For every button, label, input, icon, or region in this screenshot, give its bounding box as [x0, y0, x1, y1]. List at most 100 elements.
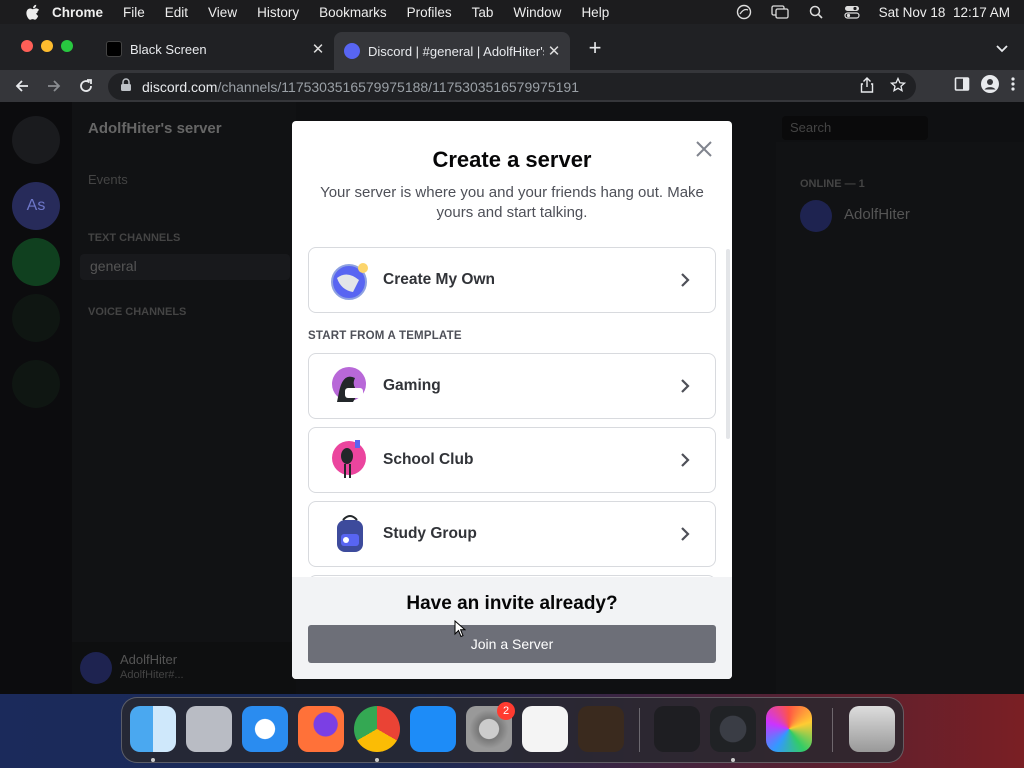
online-label: ONLINE — 1	[800, 178, 865, 190]
server-icon[interactable]: As	[12, 182, 60, 230]
server-name[interactable]: AdolfHiter's server	[88, 120, 222, 137]
modal-title: Create a server	[432, 147, 592, 172]
menu-help[interactable]: Help	[581, 5, 609, 20]
menu-history[interactable]: History	[257, 5, 299, 20]
bookmark-star-icon[interactable]	[889, 76, 907, 96]
new-tab-button[interactable]: +	[584, 37, 606, 60]
url-domain: discord.com	[142, 78, 218, 95]
download-icon[interactable]	[12, 360, 60, 408]
menu-file[interactable]: File	[123, 5, 145, 20]
chevron-right-icon	[673, 522, 697, 546]
finder-icon[interactable]	[130, 706, 176, 752]
user-panel: AdolfHiter AdolfHiter#...	[72, 642, 296, 694]
menu-app-name[interactable]: Chrome	[52, 5, 103, 20]
channel-name: general	[90, 258, 137, 274]
channel-general[interactable]: general	[80, 254, 290, 280]
reload-icon[interactable]	[70, 70, 102, 102]
channel-list: AdolfHiter's server Events TEXT CHANNELS…	[72, 102, 296, 694]
forward-arrow-icon[interactable]	[38, 70, 70, 102]
gaming-icon	[327, 362, 375, 410]
menu-view[interactable]: View	[208, 5, 237, 20]
member-name[interactable]: AdolfHiter	[844, 206, 910, 223]
user-tag: AdolfHiter#...	[120, 669, 184, 681]
control-center-icon[interactable]	[843, 3, 861, 21]
menu-bookmarks[interactable]: Bookmarks	[319, 5, 387, 20]
modal-subtitle: Your server is where you and your friend…	[320, 184, 704, 221]
option-label: Study Group	[383, 525, 477, 542]
kebab-menu-icon[interactable]	[1010, 76, 1016, 97]
profile-icon[interactable]	[980, 74, 1000, 99]
window-minimize-button[interactable]	[41, 40, 53, 52]
menu-tab[interactable]: Tab	[472, 5, 494, 20]
search-input[interactable]: Search	[782, 116, 928, 140]
obs-icon[interactable]	[710, 706, 756, 752]
chrome-icon[interactable]	[354, 706, 400, 752]
mouse-cursor-icon	[454, 619, 467, 638]
tab-close-icon[interactable]: ✕	[308, 39, 328, 59]
template-school-club-button[interactable]: School Club	[308, 427, 716, 493]
option-label: Create My Own	[383, 271, 495, 288]
address-bar[interactable]: discord.com /channels/117530351657997518…	[108, 73, 916, 100]
icloud-drive-icon[interactable]	[654, 706, 700, 752]
color-picker-icon[interactable]	[766, 706, 812, 752]
firefox-icon[interactable]	[298, 706, 344, 752]
black-square-icon	[106, 41, 122, 57]
garageband-icon[interactable]	[578, 706, 624, 752]
events-link[interactable]: Events	[88, 172, 128, 187]
url-path: /channels/1175303516579975188/1175303516…	[217, 78, 579, 95]
option-label: School Club	[383, 451, 474, 468]
dock-separator	[639, 708, 640, 752]
trash-icon[interactable]	[849, 706, 895, 752]
template-gaming-button[interactable]: Gaming	[308, 353, 716, 419]
vpn-icon[interactable]	[735, 3, 753, 21]
app-store-icon[interactable]	[410, 706, 456, 752]
window-close-button[interactable]	[21, 40, 33, 52]
tab-title: Discord | #general | AdolfHiter's	[368, 43, 544, 59]
chevron-right-icon	[673, 374, 697, 398]
spotlight-search-icon[interactable]	[807, 3, 825, 21]
template-study-group-button[interactable]: Study Group	[308, 501, 716, 567]
explore-icon[interactable]	[12, 294, 60, 342]
tab-black-screen[interactable]: Black Screen ✕	[96, 32, 334, 66]
join-server-button[interactable]: Join a Server	[308, 625, 716, 663]
server-icon-text: As	[26, 197, 46, 214]
running-indicator	[375, 758, 379, 762]
chevron-right-icon	[673, 448, 697, 472]
backpack-icon	[327, 510, 375, 558]
site-info-icon[interactable]	[120, 78, 132, 95]
notification-badge: 2	[497, 702, 515, 720]
tab-title: Black Screen	[130, 41, 207, 57]
running-indicator	[151, 758, 155, 762]
side-panel-icon[interactable]	[954, 76, 970, 97]
dock-separator	[832, 708, 833, 752]
running-indicator	[731, 758, 735, 762]
apple-icon[interactable]	[22, 2, 42, 22]
safari-icon[interactable]	[242, 706, 288, 752]
screen-mirror-icon[interactable]	[771, 3, 789, 21]
modal-scrollbar[interactable]	[726, 249, 730, 439]
create-my-own-button[interactable]: Create My Own	[308, 247, 716, 313]
voice-channels-label[interactable]: VOICE CHANNELS	[88, 306, 186, 318]
launchpad-icon[interactable]	[186, 706, 232, 752]
window-zoom-button[interactable]	[61, 40, 73, 52]
add-server-icon[interactable]	[12, 238, 60, 286]
menu-bar: Chrome File Edit View History Bookmarks …	[0, 0, 1024, 24]
menu-edit[interactable]: Edit	[165, 5, 188, 20]
discord-icon	[344, 43, 360, 59]
menu-window[interactable]: Window	[513, 5, 561, 20]
globe-icon	[327, 256, 375, 304]
text-channels-label[interactable]: TEXT CHANNELS	[88, 232, 180, 244]
avatar[interactable]	[80, 652, 112, 684]
username: AdolfHiter	[120, 652, 178, 667]
clock[interactable]: Sat Nov 18 12:17 AM	[879, 5, 1010, 20]
share-icon[interactable]	[860, 77, 874, 96]
menu-profiles[interactable]: Profiles	[407, 5, 452, 20]
tab-search-chevron-icon[interactable]	[994, 40, 1010, 56]
back-arrow-icon[interactable]	[6, 70, 38, 102]
avatar[interactable]	[800, 200, 832, 232]
tab-close-icon[interactable]: ✕	[544, 41, 564, 61]
tab-discord[interactable]: Discord | #general | AdolfHiter's ✕	[334, 32, 570, 70]
discord-home-icon[interactable]	[12, 116, 60, 164]
browser-toolbar: discord.com /channels/117530351657997518…	[0, 70, 1024, 102]
textedit-icon[interactable]	[522, 706, 568, 752]
